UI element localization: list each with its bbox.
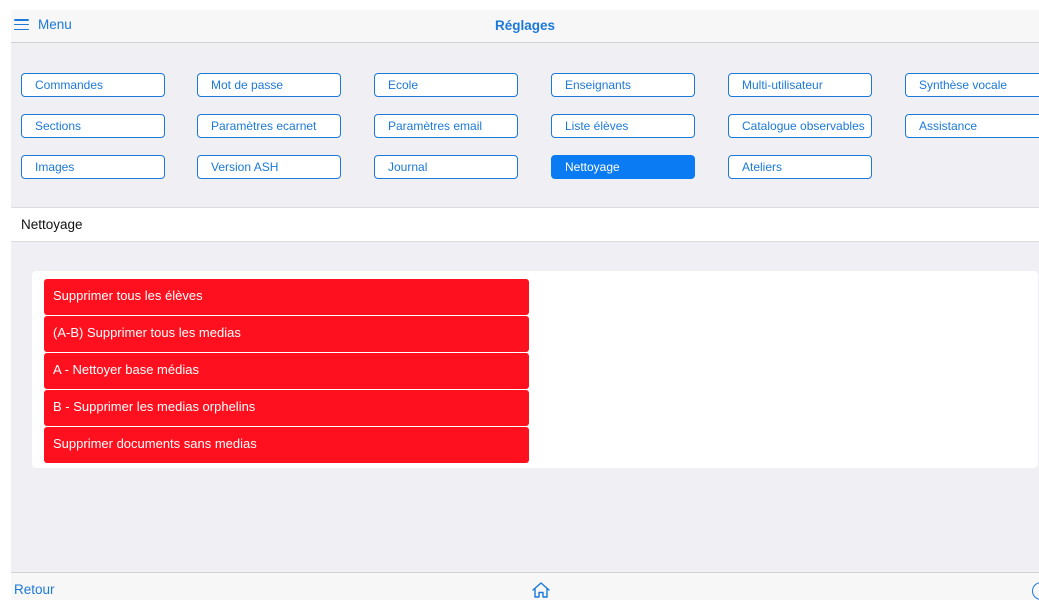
tab-sections[interactable]: Sections <box>21 114 165 138</box>
tab-images[interactable]: Images <box>21 155 165 179</box>
tab-parametres-email[interactable]: Paramètres email <box>374 114 518 138</box>
tab-assistance[interactable]: Assistance <box>905 114 1039 138</box>
tab-journal[interactable]: Journal <box>374 155 518 179</box>
section-header: Nettoyage <box>11 207 1039 242</box>
tab-multi-utilisateur[interactable]: Multi-utilisateur <box>728 73 872 97</box>
cleanup-actions: Supprimer tous les élèves (A-B) Supprime… <box>44 279 529 464</box>
clean-media-base-button[interactable]: A - Nettoyer base médias <box>44 353 529 389</box>
circle-icon[interactable] <box>1032 582 1039 600</box>
delete-all-students-button[interactable]: Supprimer tous les élèves <box>44 279 529 315</box>
back-button[interactable]: Retour <box>14 582 55 597</box>
delete-orphan-media-button[interactable]: B - Supprimer les medias orphelins <box>44 390 529 426</box>
tab-ecole[interactable]: Ecole <box>374 73 518 97</box>
settings-screen: Menu Réglages Commandes Mot de passe Eco… <box>11 10 1039 600</box>
tab-enseignants[interactable]: Enseignants <box>551 73 695 97</box>
home-icon[interactable] <box>531 581 551 599</box>
delete-documents-without-media-button[interactable]: Supprimer documents sans medias <box>44 427 529 463</box>
tab-nettoyage[interactable]: Nettoyage <box>551 155 695 179</box>
tab-catalogue-observables[interactable]: Catalogue observables <box>728 114 872 138</box>
section-title: Nettoyage <box>21 217 83 232</box>
cleanup-card: Supprimer tous les élèves (A-B) Supprime… <box>32 271 1038 468</box>
tab-liste-eleves[interactable]: Liste élèves <box>551 114 695 138</box>
top-bar: Menu Réglages <box>11 10 1039 43</box>
tab-ateliers[interactable]: Ateliers <box>728 155 872 179</box>
tab-mot-de-passe[interactable]: Mot de passe <box>197 73 341 97</box>
tab-parametres-ecarnet[interactable]: Paramètres ecarnet <box>197 114 341 138</box>
tab-synthese-vocale[interactable]: Synthèse vocale <box>905 73 1039 97</box>
delete-all-media-button[interactable]: (A-B) Supprimer tous les medias <box>44 316 529 352</box>
tab-version-ash[interactable]: Version ASH <box>197 155 341 179</box>
tab-commandes[interactable]: Commandes <box>21 73 165 97</box>
bottom-bar: Retour <box>11 572 1039 600</box>
page-title: Réglages <box>494 18 556 33</box>
